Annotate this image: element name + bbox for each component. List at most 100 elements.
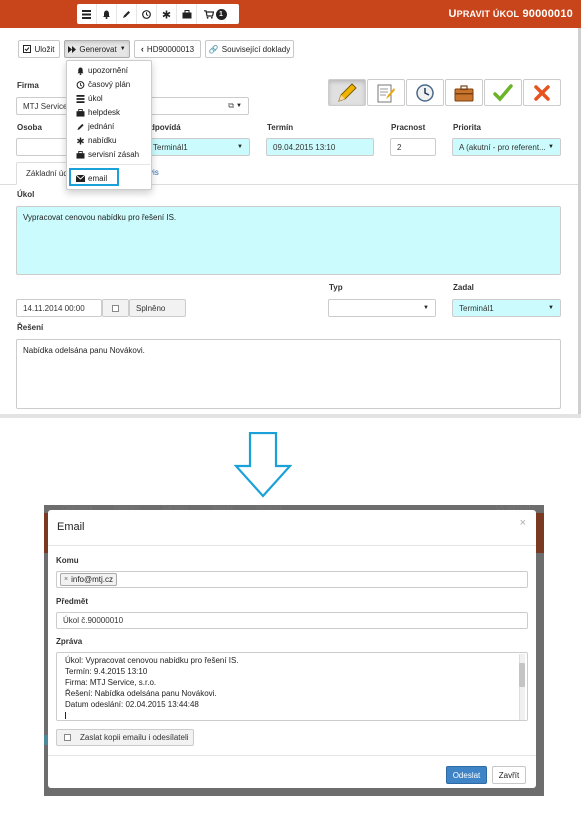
related-docs-button[interactable]: 🔗 Související doklady: [205, 40, 294, 58]
save-icon: [23, 45, 32, 53]
page-title: UPRAVIT ÚKOL 90000010: [448, 8, 573, 20]
send-button[interactable]: Odeslat: [446, 766, 487, 784]
date-input[interactable]: 14.11.2014 00:00: [16, 299, 102, 317]
chevron-left-icon: ‹: [140, 44, 144, 54]
close-button[interactable]: Zavřít: [492, 766, 526, 784]
message-line: Firma: MTJ Service, s.r.o.: [65, 678, 157, 687]
list-icon[interactable]: [77, 4, 97, 24]
tool-cancel-button[interactable]: [523, 79, 561, 106]
caret-down-icon: ▼: [548, 305, 554, 311]
menu-item-email[interactable]: email: [76, 174, 107, 183]
priorita-select[interactable]: A (akutní - pro referent... ▼: [452, 138, 561, 156]
menu-item-task[interactable]: úkol: [76, 94, 103, 103]
ukol-label: Úkol: [17, 190, 35, 199]
section-bottom-edge: [0, 414, 581, 418]
caret-down-icon: ▼: [236, 103, 242, 109]
menu-item-notification[interactable]: upozornění: [76, 66, 128, 75]
message-label: Zpráva: [56, 637, 83, 646]
checkbox-box: [64, 734, 71, 741]
checkbox-box: [112, 304, 119, 312]
osoba-select[interactable]: [16, 138, 68, 156]
tab-basic[interactable]: Základní úd: [16, 162, 70, 185]
menu-item-schedule[interactable]: časový plán: [76, 80, 130, 89]
subject-input[interactable]: Úkol č.90000010: [56, 612, 528, 629]
menu-item-offer[interactable]: nabídku: [76, 136, 116, 145]
message-line: Datum odeslání: 02.04.2015 13:44:48: [65, 700, 199, 709]
caret-down-icon: ▼: [119, 46, 126, 52]
splneno-checkbox[interactable]: [102, 299, 129, 317]
pracnost-label: Pracnost: [391, 123, 426, 132]
save-button[interactable]: Uložit: [18, 40, 60, 58]
list-icon: [76, 94, 85, 103]
typ-select[interactable]: ▼: [328, 299, 436, 317]
briefcase-icon: [454, 84, 474, 101]
tool-note-button[interactable]: [367, 79, 405, 106]
pracnost-input[interactable]: 2: [390, 138, 436, 156]
email-modal: Email × Komu × info@mtj.cz Předmět Úkol …: [48, 510, 536, 788]
message-line: Úkol: Vypracovat cenovou nabídku pro řeš…: [65, 656, 239, 665]
quick-icon-bar: 1: [77, 4, 239, 24]
reseni-label: Řešení: [17, 323, 44, 332]
close-icon[interactable]: ×: [520, 517, 526, 529]
reseni-textarea[interactable]: Nabídka odelsána panu Novákovi.: [16, 339, 561, 409]
message-textarea[interactable]: Úkol: Vypracovat cenovou nabídku pro řeš…: [56, 652, 528, 721]
tool-confirm-button[interactable]: [484, 79, 522, 106]
briefcase-icon: [76, 150, 85, 159]
to-input[interactable]: × info@mtj.cz: [56, 571, 528, 588]
external-link-icon[interactable]: ⧉: [228, 101, 234, 111]
remove-tag-icon[interactable]: ×: [64, 576, 68, 583]
odpovida-select[interactable]: Terminál1 ▼: [146, 138, 250, 156]
termin-label: Termín: [267, 123, 294, 132]
clock-icon: [416, 83, 434, 102]
message-line: Řešení: Nabídka odelsána panu Novákovi.: [65, 689, 217, 698]
splneno-label: Splněno: [129, 299, 186, 317]
asterisk-icon: [77, 136, 84, 145]
scrollbar-thumb[interactable]: [519, 663, 525, 687]
firma-label: Firma: [17, 81, 39, 90]
send-copy-checkbox[interactable]: Zaslat kopii emailu i odesílateli: [56, 729, 194, 746]
bg-accent: [44, 735, 48, 745]
doc-ref-button[interactable]: ‹ HD90000013: [134, 40, 201, 58]
pencil-icon: [338, 82, 357, 102]
zadal-select[interactable]: Terminál1 ▼: [452, 299, 561, 317]
briefcase-icon[interactable]: [177, 4, 197, 24]
arrow-down-icon: [234, 432, 292, 498]
bell-icon[interactable]: [97, 4, 117, 24]
message-line: Termín: 9.4.2015 13:10: [65, 667, 148, 676]
caret-down-icon: ▼: [237, 144, 243, 150]
caret-down-icon: ▼: [548, 144, 554, 150]
caret-down-icon: ▼: [423, 305, 429, 311]
modal-footer: Odeslat Zavřít: [48, 755, 536, 788]
priorita-label: Priorita: [453, 123, 482, 132]
link-icon: 🔗: [208, 44, 219, 54]
email-dialog-screenshot: Operativa Nabídky Zakázky Sklady Servisn…: [44, 505, 544, 796]
generate-dropdown-button[interactable]: Generovat ▼: [64, 40, 130, 58]
menu-item-meeting[interactable]: jednání: [76, 122, 114, 131]
ukol-textarea[interactable]: Vypracovat cenovou nabídku pro řešení IS…: [16, 206, 561, 275]
tool-edit-button[interactable]: [328, 79, 366, 106]
modal-header: Email ×: [48, 510, 536, 546]
clock-icon: [76, 80, 85, 89]
checkmark-icon: [493, 83, 513, 102]
to-label: Komu: [56, 556, 79, 565]
zadal-label: Zadal: [453, 283, 474, 292]
clock-icon[interactable]: [137, 4, 157, 24]
top-bar: 1 UPRAVIT ÚKOL 90000010: [0, 0, 581, 28]
asterisk-icon[interactable]: [157, 4, 177, 24]
cart-count-badge: 1: [215, 8, 227, 20]
document-edit-icon: [377, 84, 395, 102]
menu-divider: [70, 164, 150, 165]
envelope-icon: [76, 175, 85, 182]
menu-item-helpdesk[interactable]: helpdesk: [76, 108, 120, 117]
cart-button[interactable]: 1: [197, 4, 233, 24]
tool-briefcase-button[interactable]: [445, 79, 483, 106]
typ-label: Typ: [329, 283, 343, 292]
recipient-tag[interactable]: × info@mtj.cz: [60, 573, 117, 586]
menu-item-service[interactable]: servisní zásah: [76, 150, 139, 159]
generate-dropdown-menu: upozornění časový plán úkol helpdesk jed…: [66, 60, 152, 190]
briefcase-icon: [76, 108, 85, 117]
pencil-icon[interactable]: [117, 4, 137, 24]
termin-input[interactable]: 09.04.2015 13:10: [266, 138, 374, 156]
subject-label: Předmět: [56, 597, 89, 606]
tool-time-button[interactable]: [406, 79, 444, 106]
